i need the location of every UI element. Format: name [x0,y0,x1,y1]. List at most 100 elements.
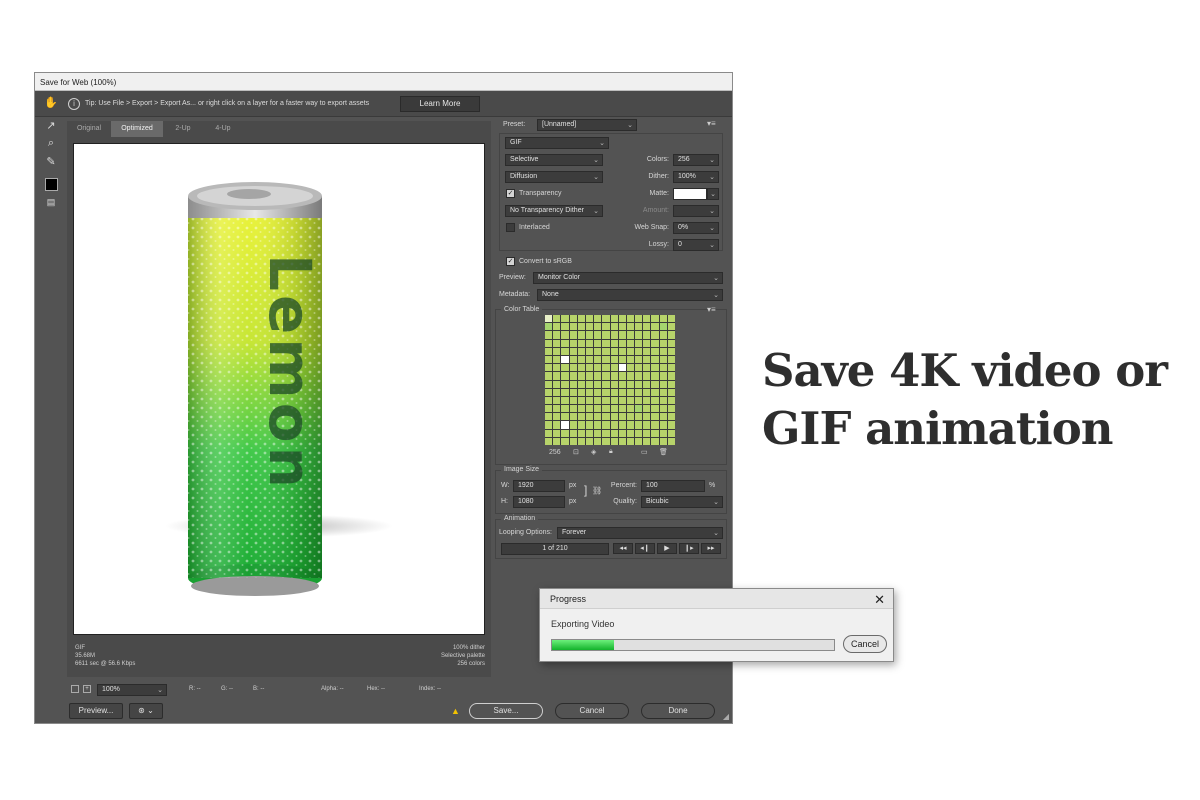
color-table-swatch[interactable] [659,388,667,396]
color-table-swatch[interactable] [577,413,585,421]
color-table-swatch[interactable] [626,364,635,372]
color-table-swatch[interactable] [618,396,626,405]
color-table-swatch[interactable] [569,421,577,429]
tab-optimized[interactable]: Optimized [111,121,163,137]
color-table-swatch[interactable] [569,331,577,339]
color-table-swatch[interactable] [635,437,643,445]
color-table-swatch[interactable] [635,421,643,429]
color-table-swatch[interactable] [545,421,553,429]
color-table-swatch[interactable] [659,364,667,372]
color-table-swatch[interactable] [610,331,618,339]
color-table-swatch[interactable] [618,421,626,429]
color-table-swatch[interactable] [585,405,594,413]
color-table-swatch[interactable] [594,355,602,364]
color-table-swatch[interactable] [635,405,643,413]
color-table-swatch[interactable] [602,364,610,372]
color-table-swatch[interactable] [545,339,553,347]
web-shift-icon[interactable]: ◈ [591,448,596,456]
color-table-swatch[interactable] [602,339,610,347]
color-table-swatch[interactable] [561,413,569,421]
color-table-swatch[interactable] [659,421,667,429]
eyedropper-color-swatch[interactable] [45,178,58,191]
color-table-swatch[interactable] [577,315,585,323]
color-table-swatch[interactable] [667,413,675,421]
color-table-swatch[interactable] [585,388,594,396]
color-table-swatch[interactable] [569,323,577,331]
color-table-swatch[interactable] [561,323,569,331]
color-table-swatch[interactable] [561,372,569,380]
color-table-swatch[interactable] [643,421,651,429]
color-table-swatch[interactable] [635,413,643,421]
color-table-swatch[interactable] [585,315,594,323]
color-table-swatch[interactable] [602,421,610,429]
color-table-swatch[interactable] [651,429,659,437]
color-table-swatch[interactable] [585,429,594,437]
color-table-swatch[interactable] [545,429,553,437]
color-table-swatch[interactable] [577,372,585,380]
color-table-swatch[interactable] [667,405,675,413]
zoom-out-icon[interactable] [71,685,79,693]
play-icon[interactable]: ▶ [657,543,677,554]
color-table-swatch[interactable] [602,347,610,355]
color-table-swatch[interactable] [577,323,585,331]
color-table-swatch[interactable] [602,315,610,323]
color-table-swatch[interactable] [667,372,675,380]
color-table-swatch[interactable] [667,323,675,331]
color-table-swatch[interactable] [635,331,643,339]
color-table-swatch[interactable] [545,413,553,421]
zoom-in-icon[interactable]: + [83,685,91,693]
color-table-swatch[interactable] [626,429,635,437]
color-table-swatch[interactable] [585,331,594,339]
color-table-swatch[interactable] [651,396,659,405]
previous-frame-icon[interactable]: ◂❙ [635,543,655,554]
color-table-swatch[interactable] [610,413,618,421]
color-table-swatch[interactable] [610,372,618,380]
color-table-swatch[interactable] [569,429,577,437]
color-table-swatch[interactable] [643,413,651,421]
color-table-swatch[interactable] [553,315,561,323]
color-table-swatch[interactable] [594,421,602,429]
color-table-swatch[interactable] [553,396,561,405]
color-table-swatch[interactable] [585,380,594,388]
color-table-swatch[interactable] [626,380,635,388]
color-table-swatch[interactable] [618,339,626,347]
color-table-swatch[interactable] [561,364,569,372]
color-table-swatch[interactable] [585,347,594,355]
color-table-swatch[interactable] [610,388,618,396]
progress-cancel-button[interactable]: Cancel [843,635,887,653]
color-table-swatch[interactable] [561,355,569,364]
color-table-swatch[interactable] [643,323,651,331]
color-table-swatch[interactable] [626,405,635,413]
color-table-swatch[interactable] [618,364,626,372]
color-table-swatch[interactable] [651,421,659,429]
color-table-swatch[interactable] [545,405,553,413]
color-table-swatch[interactable] [635,339,643,347]
color-table-swatch[interactable] [635,355,643,364]
color-table-swatch[interactable] [626,347,635,355]
color-table-swatch[interactable] [594,364,602,372]
color-table-swatch[interactable] [585,355,594,364]
color-table-swatch[interactable] [569,347,577,355]
color-table-swatch[interactable] [569,437,577,445]
tab-original[interactable]: Original [67,121,111,137]
color-table-swatch[interactable] [553,331,561,339]
color-table-swatch[interactable] [594,347,602,355]
color-table-swatch[interactable] [610,347,618,355]
color-table-swatch[interactable] [643,405,651,413]
color-table-swatch[interactable] [651,380,659,388]
color-table-swatch[interactable] [594,380,602,388]
color-table-swatch[interactable] [618,347,626,355]
color-table-swatch[interactable] [561,405,569,413]
color-table-swatch[interactable] [594,323,602,331]
color-table-swatch[interactable] [553,421,561,429]
color-table-swatch[interactable] [561,315,569,323]
color-table-swatch[interactable] [545,437,553,445]
color-table-swatch[interactable] [594,437,602,445]
toggle-slices-icon[interactable]: ▤ [43,197,59,208]
color-table-swatch[interactable] [667,347,675,355]
tab-2-up[interactable]: 2-Up [163,121,203,137]
color-table-swatch[interactable] [594,405,602,413]
color-table-swatch[interactable] [643,437,651,445]
color-table-swatch[interactable] [561,388,569,396]
preview-color-select[interactable]: Monitor Color ⌄ [533,272,723,284]
